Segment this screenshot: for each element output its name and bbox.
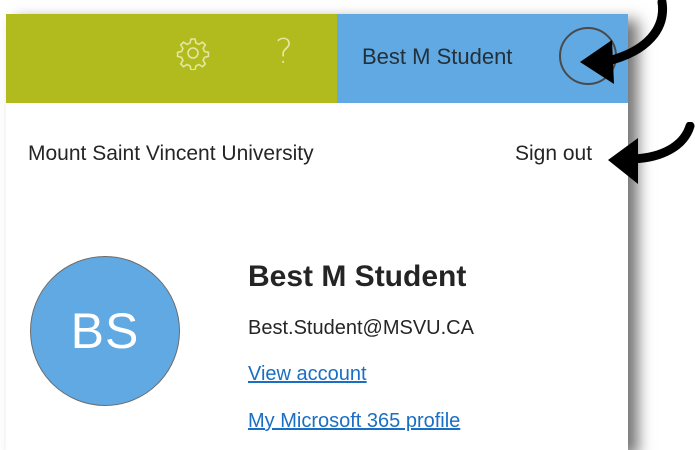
view-account-link[interactable]: View account [248, 363, 367, 386]
user-display-name: Best M Student [248, 260, 467, 293]
top-bar-actions: ? [6, 14, 337, 103]
help-icon[interactable]: ? [275, 30, 293, 74]
account-manager-panel: ? Best M Student Mount Saint Vincent Uni… [6, 14, 628, 450]
sign-out-link[interactable]: Sign out [515, 142, 592, 166]
top-bar: ? Best M Student [6, 14, 628, 103]
user-email: Best.Student@MSVU.CA [248, 317, 474, 339]
profile-avatar: BS [30, 256, 180, 406]
gear-icon[interactable] [176, 36, 210, 70]
arrow-icon [608, 122, 695, 184]
account-name: Best M Student [362, 44, 513, 69]
microsoft-365-profile-link[interactable]: My Microsoft 365 profile [248, 410, 460, 433]
organization-name: Mount Saint Vincent University [28, 142, 314, 165]
arrow-icon [580, 0, 668, 84]
avatar-initials: BS [70, 303, 140, 359]
